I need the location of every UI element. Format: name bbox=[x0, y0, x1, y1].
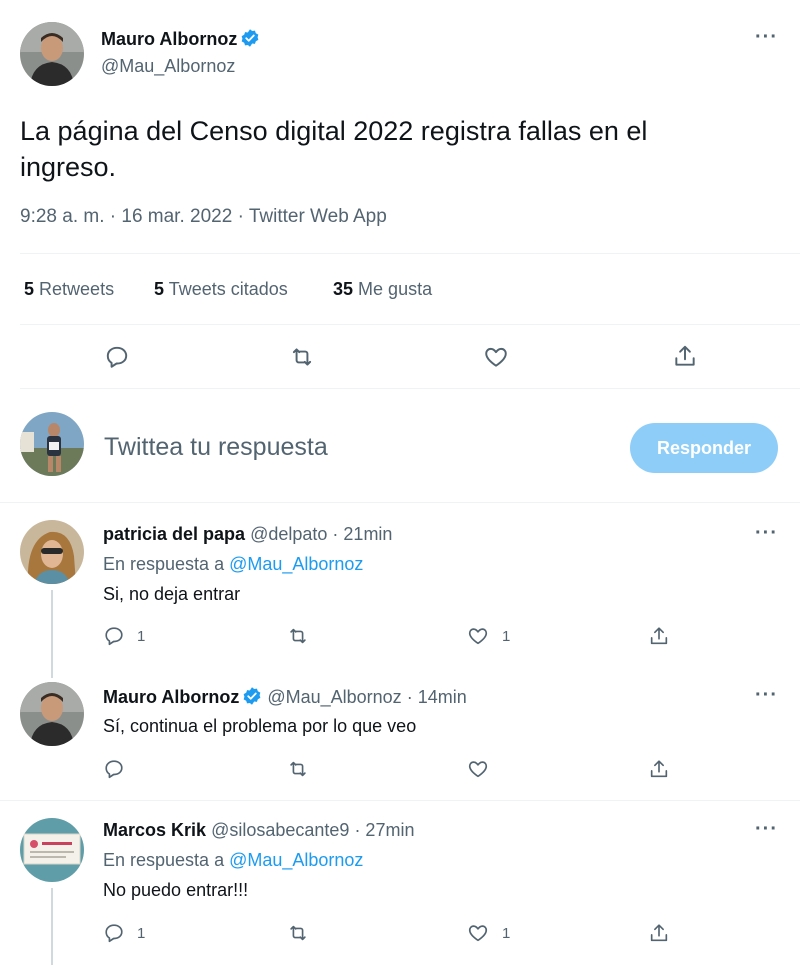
reply-icon[interactable]: 1 bbox=[103, 625, 145, 647]
reply-icon[interactable] bbox=[104, 344, 130, 370]
reply-author-name[interactable]: Mauro Albornoz bbox=[103, 687, 239, 707]
in-reply-to-handle[interactable]: @Mau_Albornoz bbox=[229, 554, 363, 574]
thread-line bbox=[51, 590, 53, 678]
likes-stat[interactable]: 35 Me gusta bbox=[333, 279, 432, 300]
divider bbox=[20, 253, 800, 254]
reply-icon[interactable] bbox=[103, 758, 125, 780]
tweet-text-line-1: La página del Censo digital 2022 registr… bbox=[20, 116, 648, 146]
reply-author-handle[interactable]: @delpato bbox=[250, 524, 327, 544]
like-count: 1 bbox=[502, 924, 511, 942]
in-reply-to-label: En respuesta a bbox=[103, 850, 225, 870]
reply-text: Sí, continua el problema por lo que veo bbox=[103, 716, 417, 736]
divider bbox=[0, 800, 800, 801]
reply-button-label: Responder bbox=[656, 437, 752, 458]
more-options-icon[interactable]: ··· bbox=[755, 818, 778, 841]
like-count: 1 bbox=[502, 627, 511, 645]
divider bbox=[20, 388, 800, 389]
reply-author-handle[interactable]: @Mau_Albornoz bbox=[267, 687, 401, 707]
retweets-stat[interactable]: 5 Retweets bbox=[24, 279, 114, 300]
like-icon[interactable]: 1 bbox=[466, 922, 510, 944]
retweet-icon[interactable] bbox=[288, 344, 316, 370]
divider bbox=[20, 324, 800, 325]
reply-count: 1 bbox=[137, 924, 146, 942]
like-icon[interactable] bbox=[482, 344, 510, 370]
more-options-icon[interactable]: ··· bbox=[755, 522, 778, 545]
share-icon[interactable] bbox=[648, 757, 670, 781]
retweet-icon[interactable] bbox=[286, 625, 310, 647]
author-name[interactable]: Mauro Albornoz bbox=[101, 29, 237, 49]
share-icon[interactable] bbox=[648, 624, 670, 648]
tweet-text: La página del Censo digital 2022 registr… bbox=[20, 113, 647, 185]
divider bbox=[0, 502, 800, 503]
tweet-text-line-2: ingreso. bbox=[20, 152, 117, 182]
reply-avatar[interactable] bbox=[20, 818, 84, 882]
reply-author-handle[interactable]: @silosabecante9 bbox=[211, 820, 349, 840]
current-user-avatar[interactable] bbox=[20, 412, 84, 476]
in-reply-to-label: En respuesta a bbox=[103, 554, 225, 574]
like-icon[interactable]: 1 bbox=[466, 625, 510, 647]
reply-text: Si, no deja entrar bbox=[103, 584, 241, 604]
retweet-icon[interactable] bbox=[286, 758, 310, 780]
more-options-icon[interactable]: ··· bbox=[755, 26, 778, 49]
reply-avatar[interactable] bbox=[20, 520, 84, 584]
in-reply-to-handle[interactable]: @Mau_Albornoz bbox=[229, 850, 363, 870]
reply-author-name[interactable]: patricia del papa bbox=[103, 524, 245, 544]
verified-badge-icon bbox=[240, 28, 260, 53]
reply-time[interactable]: · 14min bbox=[407, 687, 467, 707]
reply-time[interactable]: · 21min bbox=[332, 524, 392, 544]
like-icon[interactable] bbox=[466, 758, 490, 780]
share-icon[interactable] bbox=[672, 342, 698, 370]
quotes-stat[interactable]: 5 Tweets citados bbox=[154, 279, 288, 300]
reply-button[interactable]: Responder bbox=[630, 423, 778, 473]
reply-count: 1 bbox=[137, 627, 146, 645]
reply-input[interactable]: Twittea tu respuesta bbox=[104, 433, 328, 462]
tweet-meta[interactable]: 9:28 a. m. · 16 mar. 2022 · Twitter Web … bbox=[20, 206, 387, 228]
reply-author-name[interactable]: Marcos Krik bbox=[103, 820, 206, 840]
reply-text: No puedo entrar!!! bbox=[103, 880, 249, 900]
author-avatar[interactable] bbox=[20, 22, 84, 86]
thread-line bbox=[51, 888, 53, 965]
retweet-icon[interactable] bbox=[286, 922, 310, 944]
reply-time[interactable]: · 27min bbox=[354, 820, 414, 840]
author-handle[interactable]: @Mau_Albornoz bbox=[101, 56, 235, 77]
verified-badge-icon bbox=[242, 686, 262, 711]
reply-avatar[interactable] bbox=[20, 682, 84, 746]
reply-icon[interactable]: 1 bbox=[103, 922, 145, 944]
share-icon[interactable] bbox=[648, 921, 670, 945]
more-options-icon[interactable]: ··· bbox=[755, 684, 778, 707]
